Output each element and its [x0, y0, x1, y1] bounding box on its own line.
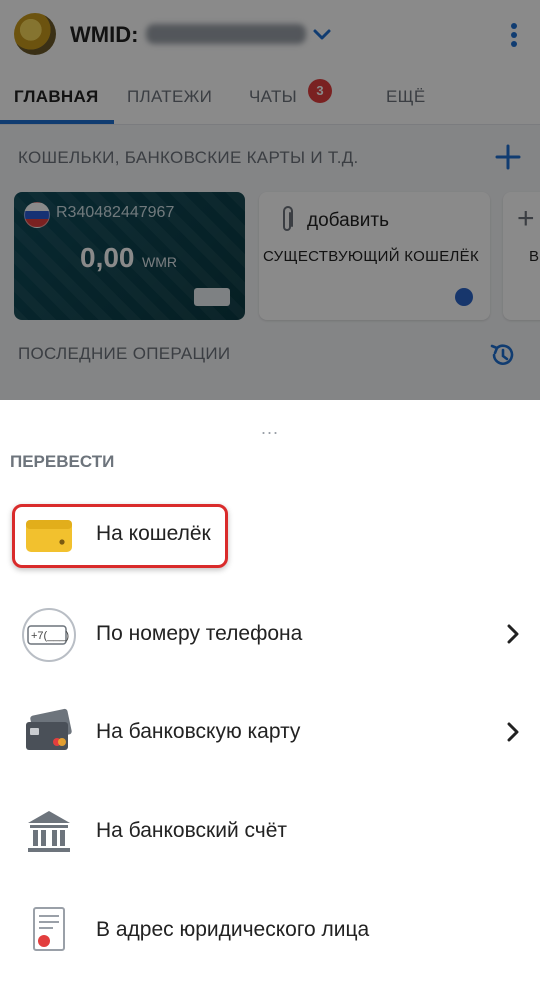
transfer-to-bank-card-label: На банковскую карту	[96, 720, 301, 743]
sheet-title: ПЕРЕВЕСТИ	[10, 452, 115, 471]
transfer-to-bank-account-label: На банковский счёт	[96, 819, 288, 842]
transfer-by-phone-label: По номеру телефона	[96, 622, 303, 645]
bank-building-icon	[28, 811, 70, 852]
phone-number-icon: +7(___)	[22, 608, 76, 662]
transfer-to-bank-card[interactable]: На банковскую карту	[0, 694, 540, 774]
transfer-to-legal-entity-label: В адрес юридического лица	[96, 918, 370, 941]
transfer-by-phone[interactable]: +7(___) По номеру телефона	[0, 596, 540, 676]
app-background: WMID: ГЛАВНАЯ ПЛАТЕЖИ ЧАТЫ ЕЩЁ 3 КОШЕЛЬК…	[0, 0, 540, 400]
bank-card-icon	[26, 708, 72, 750]
highlight-frame	[12, 504, 228, 568]
sheet-handle[interactable]: ...	[261, 418, 279, 439]
phone-icon-text: +7(___)	[31, 630, 69, 642]
transfer-to-bank-account[interactable]: На банковский счёт	[0, 793, 540, 873]
transfer-to-legal-entity[interactable]: В адрес юридического лица	[0, 892, 540, 972]
chevron-right-icon	[507, 624, 519, 644]
chevron-right-icon	[507, 722, 519, 742]
document-icon	[33, 907, 65, 951]
transfer-bottom-sheet: ... ПЕРЕВЕСТИ На кошелёк +7(___) По номе…	[0, 400, 540, 982]
dim-overlay[interactable]	[0, 0, 540, 400]
